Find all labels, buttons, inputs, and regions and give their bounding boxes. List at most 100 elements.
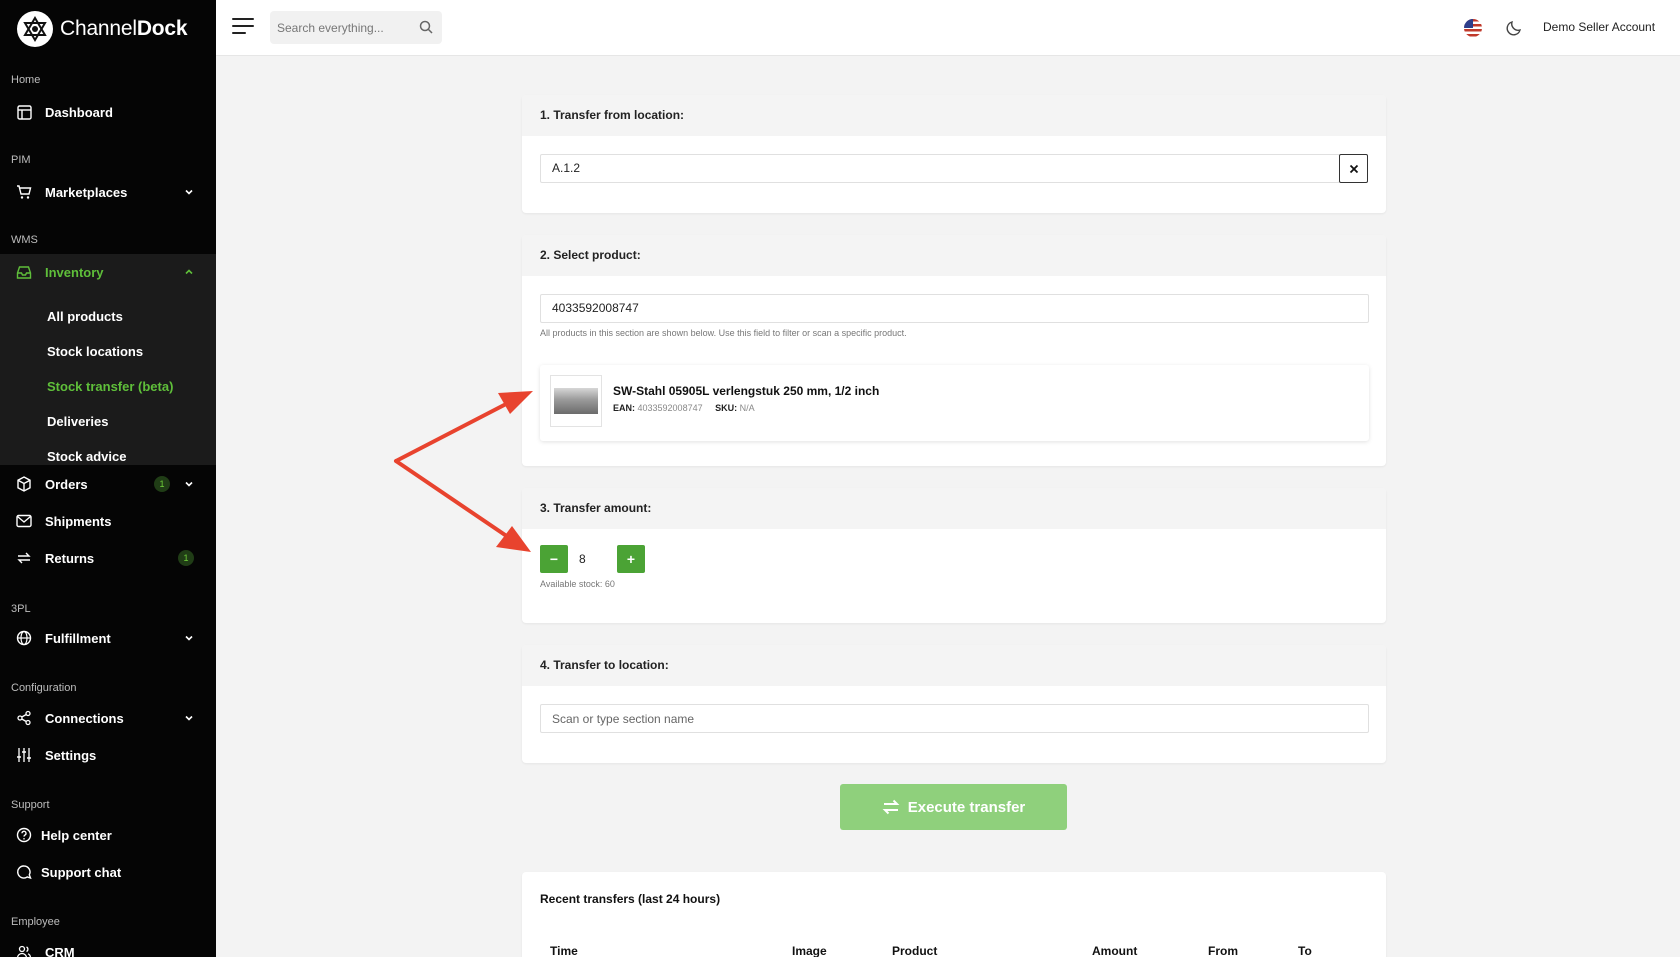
- box-icon: [15, 475, 33, 493]
- sidebar-item-label: Settings: [45, 747, 97, 763]
- recent-transfers-card: Recent transfers (last 24 hours) Time Im…: [522, 872, 1386, 957]
- execute-label: Execute transfer: [907, 798, 1026, 816]
- chat-bubble-icon: [15, 863, 33, 881]
- section-label-support: Support: [11, 799, 50, 811]
- sidebar-subitem-all-products[interactable]: All products: [47, 307, 123, 327]
- chevron-up-icon: [184, 265, 194, 280]
- sidebar-item-returns[interactable]: Returns 1: [0, 540, 216, 576]
- section-label-wms: WMS: [11, 234, 38, 246]
- sidebar-item-label: Orders: [45, 476, 88, 492]
- to-location-input[interactable]: [540, 704, 1369, 733]
- transfer-amount-card: 3. Transfer amount: − 8 + Available stoc…: [522, 488, 1386, 623]
- sliders-icon: [15, 746, 33, 764]
- logo-icon: [17, 11, 53, 47]
- section-label-configuration: Configuration: [11, 682, 77, 694]
- product-card[interactable]: SW-Stahl 05905L verlengstuk 250 mm, 1/2 …: [540, 365, 1369, 441]
- sidebar-subitem-stock-transfer[interactable]: Stock transfer (beta): [47, 377, 173, 397]
- section-label-pim: PIM: [11, 154, 31, 166]
- decrease-button[interactable]: −: [540, 545, 568, 573]
- quantity-stepper: − 8 +: [540, 545, 645, 573]
- sidebar-subitem-deliveries[interactable]: Deliveries: [47, 412, 108, 432]
- sidebar-item-label: Returns: [45, 550, 95, 566]
- available-stock-text: Available stock: 60: [540, 579, 615, 589]
- close-icon: [1349, 164, 1358, 173]
- column-header-image: Image: [792, 944, 827, 957]
- section-label-employee: Employee: [11, 916, 60, 928]
- sidebar-item-label: Dashboard: [45, 104, 113, 120]
- orders-count-badge: 1: [154, 476, 170, 492]
- sidebar-item-label: Shipments: [45, 513, 112, 529]
- product-thumbnail: [550, 375, 602, 427]
- mail-icon: [15, 512, 33, 530]
- sidebar-item-marketplaces[interactable]: Marketplaces: [0, 174, 216, 210]
- returns-count-badge: 1: [178, 550, 194, 566]
- sidebar-item-dashboard[interactable]: Dashboard: [0, 94, 216, 130]
- sidebar-item-label: Connections: [45, 710, 124, 726]
- sidebar-item-shipments[interactable]: Shipments: [0, 503, 216, 539]
- share-icon: [15, 709, 33, 727]
- global-search: [270, 11, 442, 44]
- card-title: 1. Transfer from location:: [522, 95, 1386, 136]
- sidebar-item-inventory[interactable]: Inventory: [0, 254, 216, 290]
- recent-transfers-title: Recent transfers (last 24 hours): [540, 892, 721, 906]
- sidebar-item-label: CRM: [45, 944, 75, 957]
- top-bar: Demo Seller Account: [216, 0, 1680, 56]
- card-title: 4. Transfer to location:: [522, 645, 1386, 686]
- globe-icon: [15, 629, 33, 647]
- column-header-product: Product: [892, 944, 938, 957]
- transfer-from-card: 1. Transfer from location: A.1.2: [522, 95, 1386, 213]
- inbox-icon: [15, 263, 33, 281]
- sidebar-item-crm[interactable]: CRM: [0, 934, 216, 957]
- product-search-field[interactable]: 4033592008747: [540, 294, 1369, 323]
- column-header-time: Time: [550, 944, 578, 957]
- column-header-to: To: [1298, 944, 1312, 957]
- sidebar-item-label: Support chat: [41, 864, 122, 880]
- section-label-3pl: 3PL: [11, 603, 31, 615]
- search-input[interactable]: [277, 20, 412, 35]
- sidebar-item-fulfillment[interactable]: Fulfillment: [0, 620, 216, 656]
- column-header-amount: Amount: [1092, 944, 1138, 957]
- from-location-field[interactable]: A.1.2: [540, 154, 1340, 183]
- logo[interactable]: ChannelDock: [0, 0, 216, 58]
- logo-text: ChannelDock: [60, 17, 188, 40]
- swap-icon: [15, 549, 33, 567]
- quantity-input[interactable]: 8: [568, 545, 617, 573]
- users-icon: [15, 943, 33, 957]
- hamburger-menu-icon[interactable]: [232, 18, 254, 36]
- sidebar-item-label: Help center: [41, 827, 112, 843]
- sidebar-subitem-stock-locations[interactable]: Stock locations: [47, 342, 143, 362]
- sidebar: ChannelDock Home Dashboard PIM Marketpla…: [0, 0, 216, 957]
- sidebar-item-connections[interactable]: Connections: [0, 700, 216, 736]
- sidebar-item-label: Fulfillment: [45, 630, 111, 646]
- increase-button[interactable]: +: [617, 545, 645, 573]
- us-flag-icon[interactable]: [1464, 19, 1482, 37]
- column-header-from: From: [1208, 944, 1238, 957]
- sidebar-item-label: Inventory: [45, 264, 104, 280]
- clear-location-button[interactable]: [1339, 154, 1368, 183]
- sidebar-item-support-chat[interactable]: Support chat: [0, 854, 216, 890]
- card-title: 2. Select product:: [522, 235, 1386, 276]
- inventory-submenu: All products Stock locations Stock trans…: [0, 290, 216, 465]
- select-product-card: 2. Select product: 4033592008747 All pro…: [522, 235, 1386, 466]
- transfer-to-card: 4. Transfer to location:: [522, 645, 1386, 763]
- transfer-arrows-icon: [882, 799, 900, 815]
- chevron-down-icon: [184, 631, 194, 646]
- moon-icon[interactable]: [1506, 19, 1523, 39]
- sidebar-item-label: Marketplaces: [45, 184, 128, 200]
- sidebar-item-orders[interactable]: Orders 1: [0, 466, 216, 502]
- account-menu[interactable]: Demo Seller Account: [1543, 20, 1655, 34]
- product-name: SW-Stahl 05905L verlengstuk 250 mm, 1/2 …: [613, 384, 880, 398]
- search-icon[interactable]: [419, 20, 433, 37]
- sidebar-subitem-stock-advice[interactable]: Stock advice: [47, 447, 127, 467]
- product-meta: EAN: 4033592008747 SKU: N/A: [613, 403, 755, 413]
- execute-transfer-button[interactable]: Execute transfer: [840, 784, 1067, 830]
- chevron-down-icon: [184, 711, 194, 726]
- sidebar-item-help-center[interactable]: Help center: [0, 817, 216, 853]
- help-circle-icon: [15, 826, 33, 844]
- card-title: 3. Transfer amount:: [522, 488, 1386, 529]
- chevron-down-icon: [184, 185, 194, 200]
- section-label-home: Home: [11, 74, 41, 86]
- cart-icon: [15, 183, 33, 201]
- sidebar-item-settings[interactable]: Settings: [0, 737, 216, 773]
- product-field-hint: All products in this section are shown b…: [540, 328, 907, 338]
